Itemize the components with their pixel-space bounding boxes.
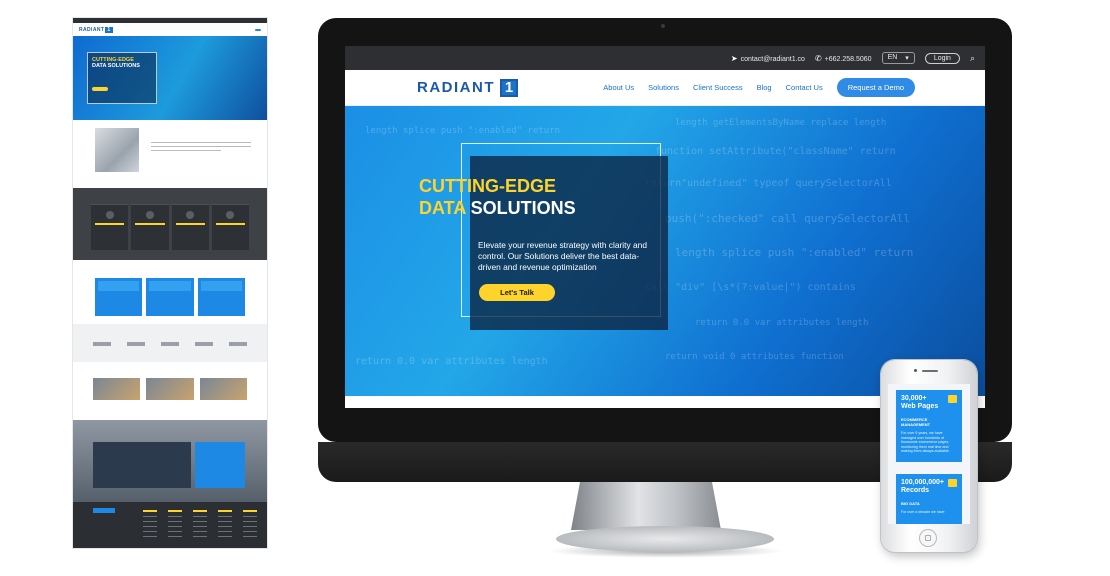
thumb-footer	[73, 502, 267, 548]
search-icon[interactable]: ⌕	[970, 53, 975, 64]
home-button	[919, 529, 937, 547]
thumb-experiences	[73, 260, 267, 324]
thumb-clients	[73, 324, 267, 362]
code-background-line: function setAttribute("className" return	[655, 146, 896, 157]
contact-email[interactable]: ➤ contact@radiant1.co	[731, 54, 805, 63]
code-background-line: return void 0 attributes function	[665, 352, 844, 362]
code-background-line: length splice push ":enabled" return	[675, 246, 914, 259]
code-background-line: return"undefined" typeof querySelectorAl…	[645, 178, 892, 189]
monitor-stand	[571, 482, 721, 530]
thumb-news	[73, 362, 267, 420]
thumb-navbar: RADIANT 1	[73, 23, 267, 36]
thumb-cta	[255, 28, 261, 31]
records-icon	[948, 479, 957, 487]
phone-camera	[914, 369, 917, 372]
request-demo-button[interactable]: Request a Demo	[836, 78, 915, 97]
thumb-reach-us	[73, 420, 267, 502]
nav-blog[interactable]: Blog	[757, 83, 772, 92]
hero-title: CUTTING-EDGE DATA SOLUTIONS	[419, 176, 576, 218]
main-menu: About Us Solutions Client Success Blog C…	[603, 78, 915, 97]
chevron-down-icon: ▾	[905, 55, 909, 62]
lets-talk-button[interactable]: Let's Talk	[479, 284, 555, 301]
monitor-camera	[661, 24, 665, 28]
thumb-hero: CUTTING-EDGE DATA SOLUTIONS	[73, 36, 267, 120]
login-button[interactable]: Login	[924, 52, 960, 64]
paper-plane-icon: ➤	[730, 53, 738, 63]
code-background-line: length getElementsByName replace length	[675, 118, 887, 128]
full-page-thumbnail: RADIANT 1 CUTTING-EDGE DATA SOLUTIONS	[73, 18, 267, 548]
experience-card: 30,000+ Web Pages ECOMMERCE MANAGEMENT F…	[896, 390, 962, 462]
experience-card: 100,000,000+ Records BIG DATA For over a…	[896, 474, 962, 524]
code-background-line: call "div" [\s*(?:value|") contains	[645, 282, 856, 293]
code-background-line: push(":checked" call querySelectorAll	[665, 212, 911, 225]
phone-speaker	[922, 370, 938, 372]
thumb-building-image	[95, 128, 139, 172]
nav-client-success[interactable]: Client Success	[693, 83, 743, 92]
language-select[interactable]: EN ▾	[881, 52, 915, 64]
thumb-hero-box: CUTTING-EDGE DATA SOLUTIONS	[87, 52, 157, 104]
monitor-screen: ➤ contact@radiant1.co ✆ +662.258.5060 EN ▾ …	[345, 46, 985, 408]
code-background-line: length splice push ":enabled" return	[365, 126, 561, 136]
web-pages-icon	[948, 395, 957, 403]
site-navbar: RADIANT 1 About Us Solutions Client Succ…	[345, 70, 985, 106]
nav-contact-us[interactable]: Contact Us	[786, 83, 823, 92]
hero-section: length getElementsByName replace length …	[345, 106, 985, 396]
thumb-contact-info	[195, 442, 245, 488]
nav-solutions[interactable]: Solutions	[648, 83, 679, 92]
radiant1-logo[interactable]: RADIANT 1	[417, 78, 518, 97]
thumb-logo: RADIANT 1	[79, 26, 113, 33]
thumb-hero-button	[92, 87, 108, 91]
thumb-who-we-are	[73, 120, 267, 188]
site-topbar: ➤ contact@radiant1.co ✆ +662.258.5060 EN ▾ …	[345, 46, 985, 70]
code-background-line: return 0.0 var attributes length	[695, 318, 869, 328]
phone-screen: 30,000+ Web Pages ECOMMERCE MANAGEMENT F…	[888, 384, 970, 524]
hero-description: Elevate your revenue strategy with clari…	[478, 240, 647, 272]
code-background-line: return 0.0 var attributes length	[355, 356, 548, 367]
thumb-contact-form	[93, 442, 191, 488]
monitor-base	[556, 526, 774, 552]
nav-about-us[interactable]: About Us	[603, 83, 634, 92]
phone-icon: ✆	[814, 53, 822, 63]
thumb-hero-title: CUTTING-EDGE DATA SOLUTIONS	[92, 57, 140, 69]
thumb-services	[73, 188, 267, 260]
contact-phone[interactable]: ✆ +662.258.5060	[815, 54, 872, 63]
